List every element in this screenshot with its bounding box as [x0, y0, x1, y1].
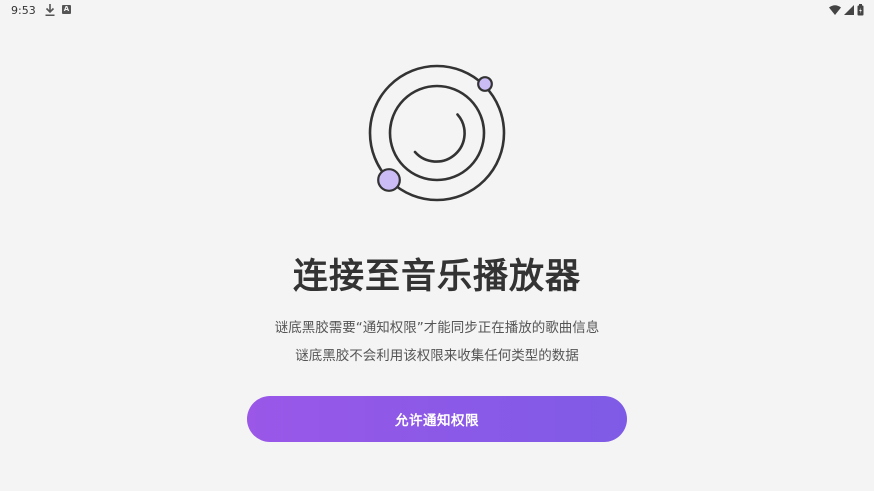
- signal-icon: [844, 5, 854, 15]
- battery-icon: [857, 4, 864, 16]
- wifi-icon: [829, 5, 841, 15]
- vinyl-orbit-icon: [368, 64, 506, 202]
- status-bar: 9:53 A: [0, 0, 874, 22]
- app-a-icon: A: [62, 5, 71, 14]
- description-line-1: 谜底黑胶需要“通知权限”才能同步正在播放的歌曲信息: [274, 320, 600, 336]
- description-line-2: 谜底黑胶不会利用该权限来收集任何类型的数据: [295, 348, 579, 364]
- allow-notification-permission-button[interactable]: 允许通知权限: [247, 396, 627, 442]
- page-title: 连接至音乐播放器: [292, 257, 581, 297]
- download-icon: [45, 4, 55, 16]
- status-time: 9:53: [11, 4, 36, 17]
- status-right-icons: [829, 3, 864, 17]
